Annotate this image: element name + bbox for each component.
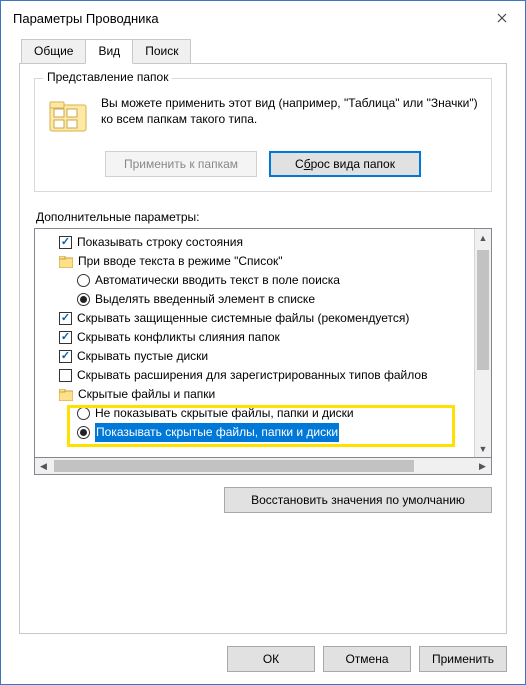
scroll-track[interactable] (475, 246, 491, 440)
option-auto-type-search[interactable]: Автоматически вводить текст в поле поиск… (41, 271, 474, 290)
checkbox-icon[interactable] (59, 331, 72, 344)
option-hide-extensions[interactable]: Скрывать расширения для зарегистрированн… (41, 366, 474, 385)
apply-button[interactable]: Применить (419, 646, 507, 672)
scroll-right-button[interactable]: ▶ (474, 458, 491, 474)
client-area: Общие Вид Поиск Представление папок Вы м… (1, 35, 525, 634)
vertical-scrollbar[interactable]: ▲ ▼ (474, 229, 491, 457)
titlebar: Параметры Проводника (1, 1, 525, 35)
window-title: Параметры Проводника (13, 11, 481, 26)
folder-icon (59, 256, 73, 268)
tab-search[interactable]: Поиск (132, 39, 191, 63)
advanced-settings-tree[interactable]: Показывать строку состояния При вводе те… (34, 228, 492, 458)
radio-icon[interactable] (77, 407, 90, 420)
folder-views-legend: Представление папок (43, 70, 172, 84)
restore-defaults-button[interactable]: Восстановить значения по умолчанию (224, 487, 492, 513)
radio-icon[interactable] (77, 293, 90, 306)
folder-icon (59, 389, 73, 401)
folder-options-window: Параметры Проводника Общие Вид Поиск Пре… (0, 0, 526, 685)
option-hide-protected-os[interactable]: Скрывать защищенные системные файлы (рек… (41, 309, 474, 328)
reset-folder-views-button[interactable]: Сброс вида папок (269, 151, 421, 177)
dialog-button-row: ОК Отмена Применить (1, 634, 525, 684)
tab-view[interactable]: Вид (85, 39, 133, 64)
scroll-down-button[interactable]: ▼ (475, 440, 491, 457)
folder-views-group: Представление папок Вы можете применить … (34, 78, 492, 192)
ok-button[interactable]: ОК (227, 646, 315, 672)
advanced-settings-label: Дополнительные параметры: (36, 210, 492, 224)
close-button[interactable] (481, 4, 523, 32)
option-hide-merge-conflicts[interactable]: Скрывать конфликты слияния папок (41, 328, 474, 347)
tab-general[interactable]: Общие (21, 39, 86, 63)
checkbox-icon[interactable] (59, 312, 72, 325)
option-show-status-bar[interactable]: Показывать строку состояния (41, 233, 474, 252)
checkbox-icon[interactable] (59, 369, 72, 382)
hscroll-track[interactable] (52, 458, 474, 474)
radio-icon[interactable] (77, 274, 90, 287)
folder-icon (47, 95, 89, 137)
scroll-up-button[interactable]: ▲ (475, 229, 491, 246)
horizontal-scrollbar[interactable]: ◀ ▶ (34, 458, 492, 475)
option-hide-empty-drives[interactable]: Скрывать пустые диски (41, 347, 474, 366)
close-icon (497, 13, 507, 23)
folder-views-description: Вы можете применить этот вид (например, … (101, 95, 479, 127)
checkbox-icon[interactable] (59, 350, 72, 363)
group-hidden-files-folders[interactable]: Скрытые файлы и папки (41, 385, 474, 404)
selected-label: Показывать скрытые файлы, папки и диски (95, 423, 339, 442)
tab-strip: Общие Вид Поиск (21, 39, 507, 63)
option-select-typed-item[interactable]: Выделять введенный элемент в списке (41, 290, 474, 309)
tree-viewport: Показывать строку состояния При вводе те… (35, 229, 474, 457)
scroll-thumb[interactable] (477, 250, 489, 370)
group-on-type-in-list[interactable]: При вводе текста в режиме "Список" (41, 252, 474, 271)
option-dont-show-hidden[interactable]: Не показывать скрытые файлы, папки и дис… (41, 404, 474, 423)
scroll-left-button[interactable]: ◀ (35, 458, 52, 474)
cancel-button[interactable]: Отмена (323, 646, 411, 672)
apply-to-folders-button: Применить к папкам (105, 151, 257, 177)
checkbox-icon[interactable] (59, 236, 72, 249)
radio-icon[interactable] (77, 426, 90, 439)
option-show-hidden[interactable]: Показывать скрытые файлы, папки и диски (41, 423, 474, 442)
hscroll-thumb[interactable] (54, 460, 414, 472)
view-tab-page: Представление папок Вы можете применить … (19, 63, 507, 634)
